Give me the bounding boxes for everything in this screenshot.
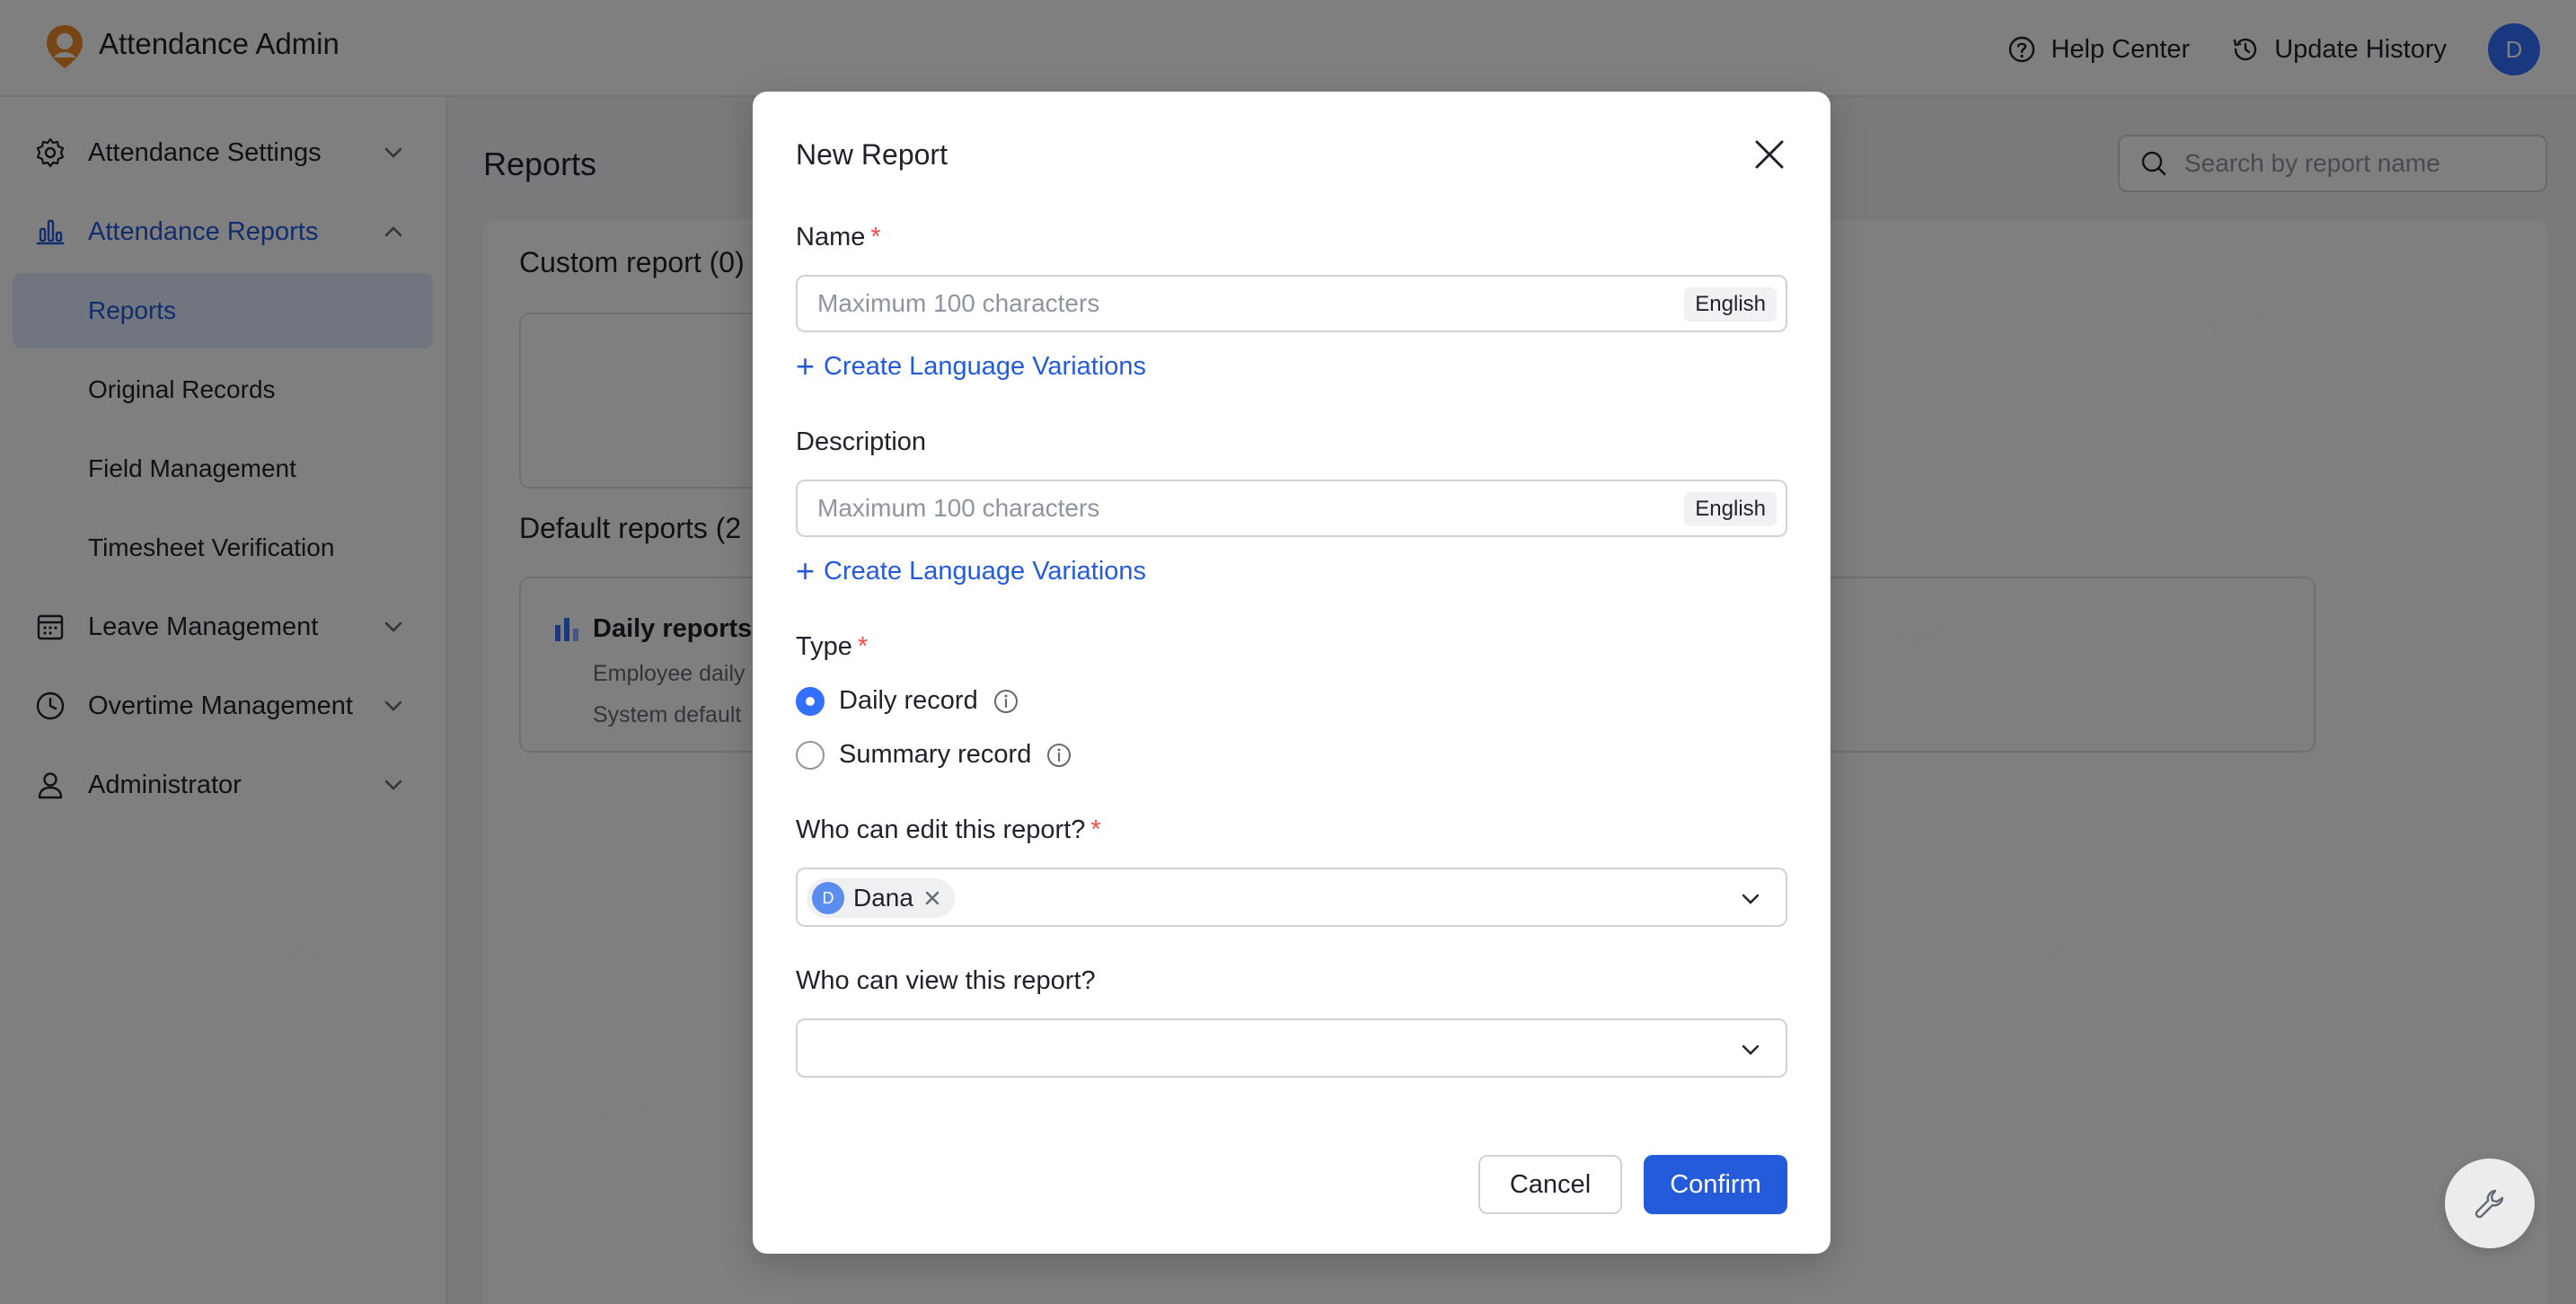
radio-unchecked[interactable] bbox=[796, 740, 825, 770]
name-label: Name * bbox=[796, 223, 881, 252]
create-language-label: Create Language Variations bbox=[824, 556, 1147, 586]
radio-summary-record[interactable]: Summary record bbox=[796, 740, 1072, 770]
editors-label-text: Who can edit this report? bbox=[796, 815, 1086, 844]
new-report-dialog: New Report Name * Maximum 100 characters … bbox=[753, 92, 1831, 1254]
name-label-text: Name bbox=[796, 223, 866, 251]
dialog-title: New Report bbox=[796, 138, 948, 171]
required-asterisk: * bbox=[857, 632, 869, 661]
create-language-label: Create Language Variations bbox=[824, 351, 1147, 381]
info-icon[interactable] bbox=[992, 688, 1019, 715]
editor-name: Dana bbox=[853, 884, 913, 912]
editors-select[interactable]: D Dana bbox=[796, 868, 1787, 927]
confirm-button[interactable]: Confirm bbox=[1644, 1155, 1787, 1214]
radio-label: Daily record bbox=[839, 686, 978, 715]
viewers-label: Who can view this report? bbox=[796, 966, 1096, 995]
plus-icon: + bbox=[796, 552, 816, 589]
required-asterisk: * bbox=[870, 223, 881, 251]
name-placeholder: Maximum 100 characters bbox=[817, 289, 1100, 317]
name-language-tag[interactable]: English bbox=[1684, 287, 1777, 322]
wrench-icon bbox=[2475, 1189, 2504, 1219]
floating-tool-button[interactable] bbox=[2445, 1159, 2535, 1248]
cancel-button[interactable]: Cancel bbox=[1478, 1155, 1622, 1214]
chevron-down-icon bbox=[1742, 1044, 1760, 1055]
remove-icon[interactable] bbox=[922, 888, 942, 908]
create-language-variations-link[interactable]: + Create Language Variations bbox=[796, 555, 1146, 587]
type-label-text: Type bbox=[796, 632, 852, 661]
description-label: Description bbox=[796, 427, 927, 456]
required-asterisk: * bbox=[1090, 815, 1101, 844]
radio-daily-record[interactable]: Daily record bbox=[796, 686, 1019, 716]
viewers-select[interactable] bbox=[796, 1018, 1787, 1078]
close-icon[interactable] bbox=[1750, 135, 1789, 174]
name-input[interactable]: Maximum 100 characters English bbox=[796, 275, 1787, 332]
description-language-tag[interactable]: English bbox=[1684, 492, 1777, 526]
editors-label: Who can edit this report? * bbox=[796, 815, 1101, 845]
description-input[interactable]: Maximum 100 characters English bbox=[796, 480, 1787, 537]
create-language-variations-link[interactable]: + Create Language Variations bbox=[796, 350, 1146, 383]
chevron-down-icon bbox=[1742, 894, 1760, 904]
radio-label: Summary record bbox=[839, 740, 1032, 769]
attendance-admin-app: Attendance Admin Help Center Update Hist… bbox=[0, 0, 2576, 1304]
info-icon[interactable] bbox=[1045, 742, 1072, 769]
editor-chip: D Dana bbox=[807, 878, 955, 918]
plus-icon: + bbox=[796, 348, 816, 384]
avatar: D bbox=[812, 882, 844, 914]
radio-checked[interactable] bbox=[796, 686, 825, 716]
type-label: Type * bbox=[796, 632, 868, 662]
description-placeholder: Maximum 100 characters bbox=[817, 494, 1100, 522]
